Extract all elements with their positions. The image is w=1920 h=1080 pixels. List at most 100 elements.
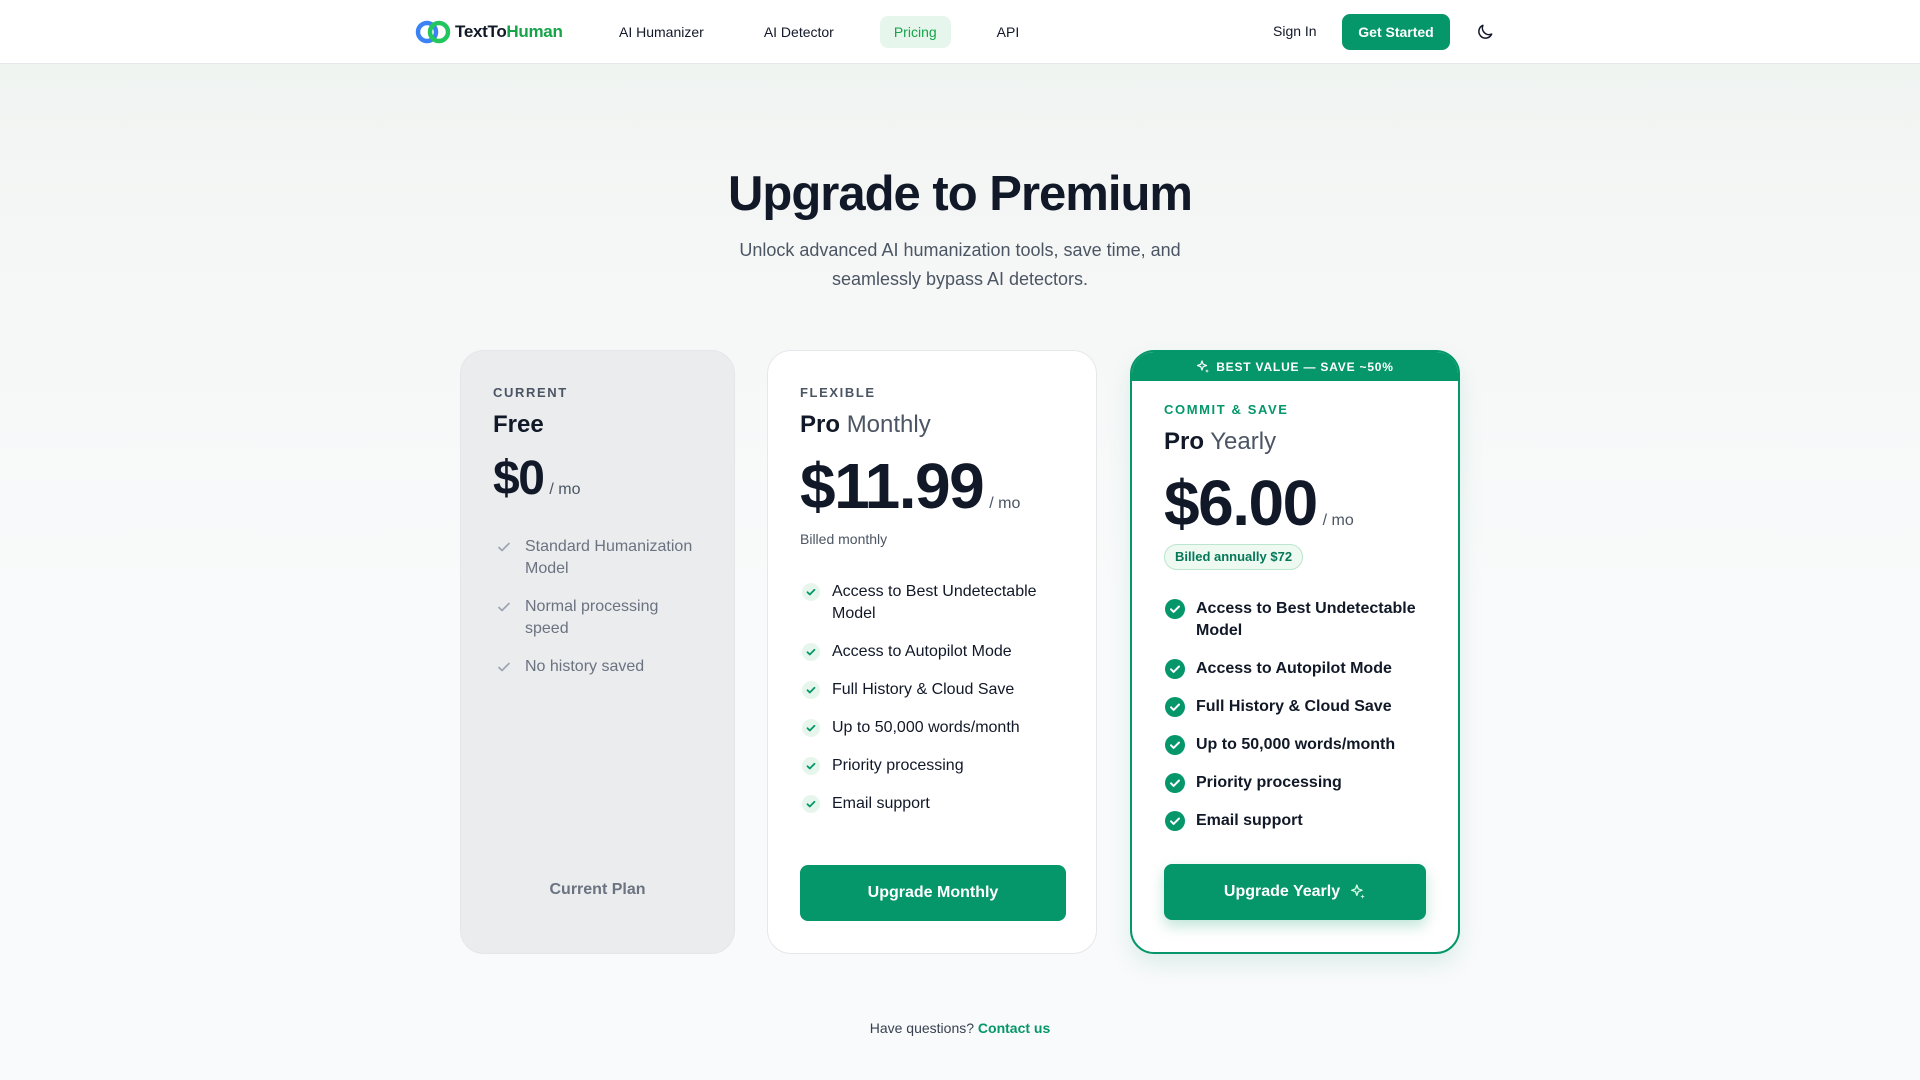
feature-text: Full History & Cloud Save — [1196, 698, 1392, 715]
logo-text-part1: TextTo — [455, 22, 507, 41]
check-icon — [493, 656, 515, 678]
nav-links: AI Humanizer AI Detector Pricing API — [605, 16, 1033, 48]
check-circle-icon — [1164, 658, 1186, 680]
page-title: Upgrade to Premium — [728, 167, 1193, 221]
feature-list: Access to Best Undetectable Model Access… — [800, 581, 1075, 831]
logo-text: TextToHuman — [455, 22, 563, 42]
check-circle-icon — [1164, 598, 1186, 620]
price-period: / mo — [989, 495, 1021, 512]
plan-name-bold: Free — [493, 411, 544, 438]
plan-name-bold: Pro — [800, 411, 841, 438]
plan-price: $6.00 — [1164, 467, 1318, 539]
feature-text: Email support — [832, 795, 930, 812]
feature-item: Normal processing speed — [493, 596, 703, 640]
feature-text: Access to Best Undetectable Model — [1196, 600, 1416, 639]
price-period: / mo — [1322, 512, 1354, 529]
plan-name: Pro Yearly — [1164, 428, 1276, 456]
plan-name-light: Yearly — [1210, 428, 1277, 455]
sparkles-icon — [1351, 884, 1365, 899]
feature-text: Access to Autopilot Mode — [832, 643, 1012, 660]
footer-question: Have questions? — [869, 1020, 975, 1036]
check-icon — [800, 717, 822, 739]
feature-item: Email support — [800, 793, 1075, 815]
check-icon — [493, 596, 515, 618]
feature-item: Email support — [1164, 810, 1439, 832]
upgrade-monthly-button[interactable]: Upgrade Monthly — [800, 865, 1066, 921]
plan-name-bold: Pro — [1164, 428, 1205, 455]
check-circle-icon — [1164, 810, 1186, 832]
plan-card-yearly: BEST VALUE — SAVE ~50% COMMIT & SAVE Pro… — [1130, 350, 1460, 954]
plan-eyebrow: FLEXIBLE — [800, 385, 876, 400]
plan-name-light: Monthly — [846, 411, 931, 438]
best-value-banner: BEST VALUE — SAVE ~50% — [1132, 352, 1458, 381]
plan-card-free: CURRENT Free $0 / mo Standard Humanizati… — [460, 350, 735, 954]
check-icon — [800, 793, 822, 815]
logo-text-part2: Human — [506, 22, 563, 41]
check-icon — [800, 641, 822, 663]
feature-text: Standard Humanization Model — [525, 538, 693, 577]
plan-eyebrow: COMMIT & SAVE — [1164, 402, 1289, 417]
feature-item: Access to Autopilot Mode — [800, 641, 1075, 663]
feature-text: Access to Best Undetectable Model — [832, 583, 1037, 622]
plan-eyebrow: CURRENT — [493, 385, 568, 400]
feature-text: Up to 50,000 words/month — [832, 719, 1020, 736]
feature-item: Access to Best Undetectable Model — [800, 581, 1075, 625]
feature-text: Priority processing — [832, 757, 964, 774]
feature-item: Up to 50,000 words/month — [800, 717, 1075, 739]
check-icon — [493, 536, 515, 558]
upgrade-monthly-label: Upgrade Monthly — [867, 884, 999, 901]
billing-note: Billed monthly — [800, 531, 888, 547]
check-circle-icon — [1164, 772, 1186, 794]
check-circle-icon — [1164, 696, 1186, 718]
feature-text: Full History & Cloud Save — [832, 681, 1015, 698]
upgrade-yearly-label: Upgrade Yearly — [1223, 883, 1341, 900]
plan-card-monthly: FLEXIBLE Pro Monthly $11.99 / mo Billed … — [767, 350, 1097, 954]
feature-list: Access to Best Undetectable Model Access… — [1164, 598, 1439, 848]
feature-item: Access to Best Undetectable Model — [1164, 598, 1439, 642]
feature-item: Priority processing — [800, 755, 1075, 777]
check-icon — [800, 755, 822, 777]
check-icon — [800, 581, 822, 603]
feature-text: Normal processing speed — [525, 598, 659, 637]
feature-item: Access to Autopilot Mode — [1164, 658, 1439, 680]
price-row: $6.00 / mo — [1164, 466, 1354, 540]
feature-item: Priority processing — [1164, 772, 1439, 794]
feature-item: No history saved — [493, 656, 703, 678]
feature-item: Full History & Cloud Save — [800, 679, 1075, 701]
upgrade-yearly-button[interactable]: Upgrade Yearly — [1164, 864, 1426, 920]
banner-text: BEST VALUE — SAVE ~50% — [1216, 359, 1394, 374]
plan-name: Pro Monthly — [800, 411, 931, 439]
feature-text: No history saved — [525, 658, 645, 675]
nav-link-pricing[interactable]: Pricing — [879, 16, 951, 48]
nav-link-ai-detector[interactable]: AI Detector — [750, 16, 848, 48]
get-started-button[interactable]: Get Started — [1342, 14, 1450, 50]
price-period: / mo — [549, 481, 581, 498]
feature-item: Full History & Cloud Save — [1164, 696, 1439, 718]
sign-in-link[interactable]: Sign In — [1273, 23, 1317, 39]
feature-text: Priority processing — [1196, 774, 1342, 791]
price-row: $0 / mo — [493, 451, 581, 506]
logo-mark-icon — [415, 20, 451, 44]
feature-list: Standard Humanization Model Normal proce… — [493, 536, 703, 694]
plan-name: Free — [493, 411, 544, 439]
top-navbar: TextToHuman AI Humanizer AI Detector Pri… — [0, 0, 1920, 64]
feature-item: Up to 50,000 words/month — [1164, 734, 1439, 756]
check-icon — [800, 679, 822, 701]
plan-price: $11.99 — [800, 450, 985, 522]
check-circle-icon — [1164, 734, 1186, 756]
nav-link-api[interactable]: API — [983, 16, 1034, 48]
feature-item: Standard Humanization Model — [493, 536, 703, 580]
page-subtitle: Unlock advanced AI humanization tools, s… — [739, 240, 1181, 289]
contact-us-link[interactable]: Contact us — [978, 1020, 1050, 1036]
feature-text: Up to 50,000 words/month — [1196, 736, 1396, 753]
sparkles-icon — [1197, 359, 1210, 373]
feature-text: Access to Autopilot Mode — [1196, 660, 1392, 677]
contact-footer: Have questions? Contact us — [0, 1020, 1920, 1036]
plan-price: $0 — [493, 452, 545, 505]
feature-text: Email support — [1196, 812, 1303, 829]
moon-icon[interactable] — [1475, 22, 1495, 42]
logo[interactable]: TextToHuman — [415, 18, 563, 46]
price-row: $11.99 / mo — [800, 449, 1020, 523]
nav-link-ai-humanizer[interactable]: AI Humanizer — [605, 16, 718, 48]
billing-badge: Billed annually $72 — [1164, 544, 1304, 570]
